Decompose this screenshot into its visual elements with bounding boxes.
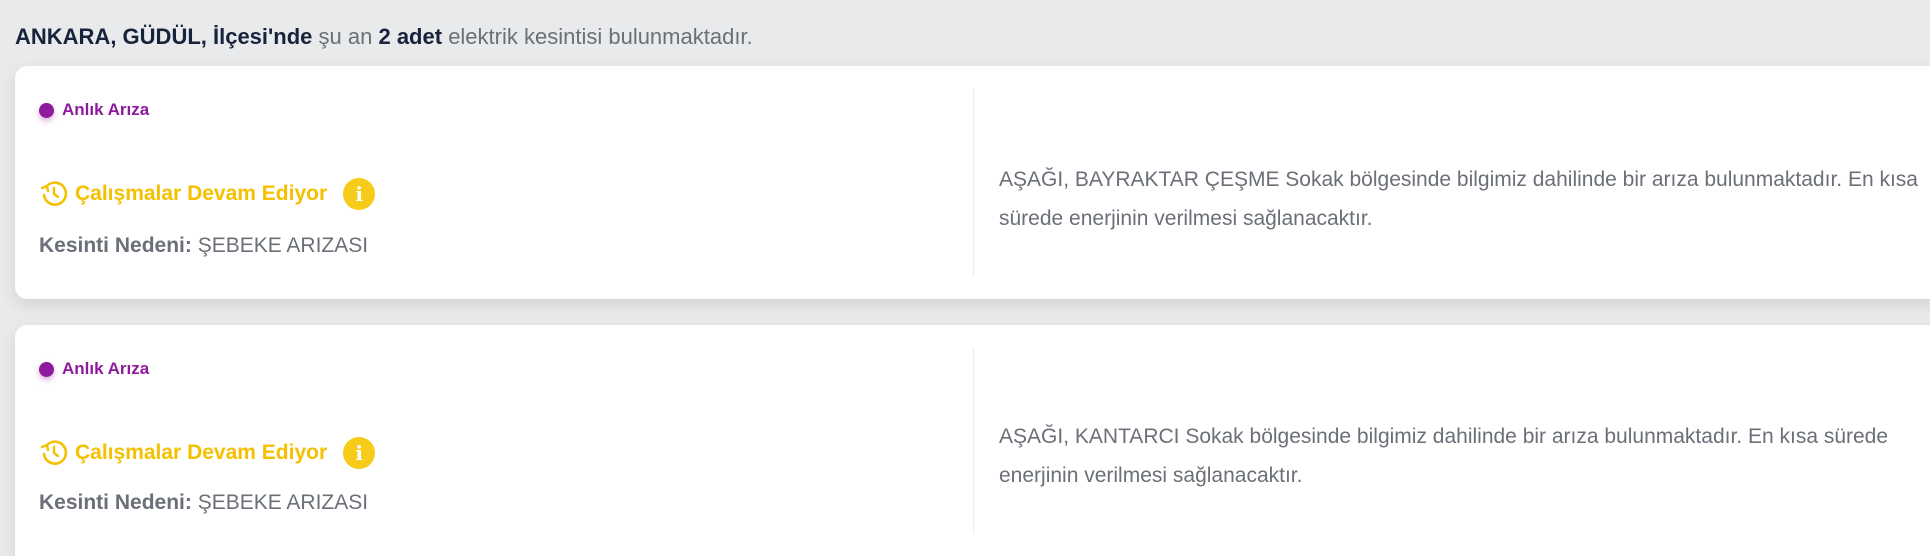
summary-pre-count: şu an <box>318 24 373 49</box>
clock-rotate-icon <box>39 438 69 468</box>
info-icon[interactable]: i <box>343 437 376 469</box>
reason-label: Kesinti Nedeni: <box>39 234 192 257</box>
status-dot-icon <box>39 361 54 377</box>
outage-summary: ANKARA, GÜDÜL, İlçesi'nde şu an 2 adet e… <box>15 24 753 50</box>
work-status: Çalışmalar Devam Ediyor i <box>39 437 376 469</box>
work-status: Çalışmalar Devam Ediyor i <box>39 178 376 210</box>
card-divider <box>973 88 974 277</box>
summary-location: ANKARA, GÜDÜL, İlçesi'nde <box>15 24 313 49</box>
outage-type-label: Anlık Arıza <box>62 359 150 378</box>
summary-count: 2 adet <box>378 24 443 49</box>
outage-description: AŞAĞI, KANTARCI Sokak bölgesinde bilgimi… <box>999 425 1889 487</box>
outage-description: AŞAĞI, BAYRAKTAR ÇEŞME Sokak bölgesinde … <box>999 168 1918 230</box>
outage-reason: Kesinti Nedeni: ŞEBEKE ARIZASI <box>39 491 368 515</box>
work-status-label: Çalışmalar Devam Ediyor <box>75 182 328 205</box>
outage-type-label: Anlık Arıza <box>62 100 150 119</box>
outage-type-badge: Anlık Arıza <box>39 100 149 120</box>
summary-post-count: elektrik kesintisi bulunmaktadır. <box>448 24 753 49</box>
card-divider <box>973 347 974 534</box>
clock-rotate-icon <box>39 179 69 209</box>
reason-value: ŞEBEKE ARIZASI <box>197 491 369 514</box>
status-dot-icon <box>39 102 54 118</box>
outage-type-badge: Anlık Arıza <box>39 359 149 379</box>
info-icon[interactable]: i <box>343 178 376 210</box>
reason-value: ŞEBEKE ARIZASI <box>197 234 369 257</box>
outage-reason: Kesinti Nedeni: ŞEBEKE ARIZASI <box>39 234 368 258</box>
outage-card: Anlık Arıza Çalışmalar Devam Ediyor i Ke… <box>15 325 1930 556</box>
outage-card: Anlık Arıza Çalışmalar Devam Ediyor i Ke… <box>15 66 1930 299</box>
reason-label: Kesinti Nedeni: <box>39 491 192 514</box>
work-status-label: Çalışmalar Devam Ediyor <box>75 441 328 464</box>
